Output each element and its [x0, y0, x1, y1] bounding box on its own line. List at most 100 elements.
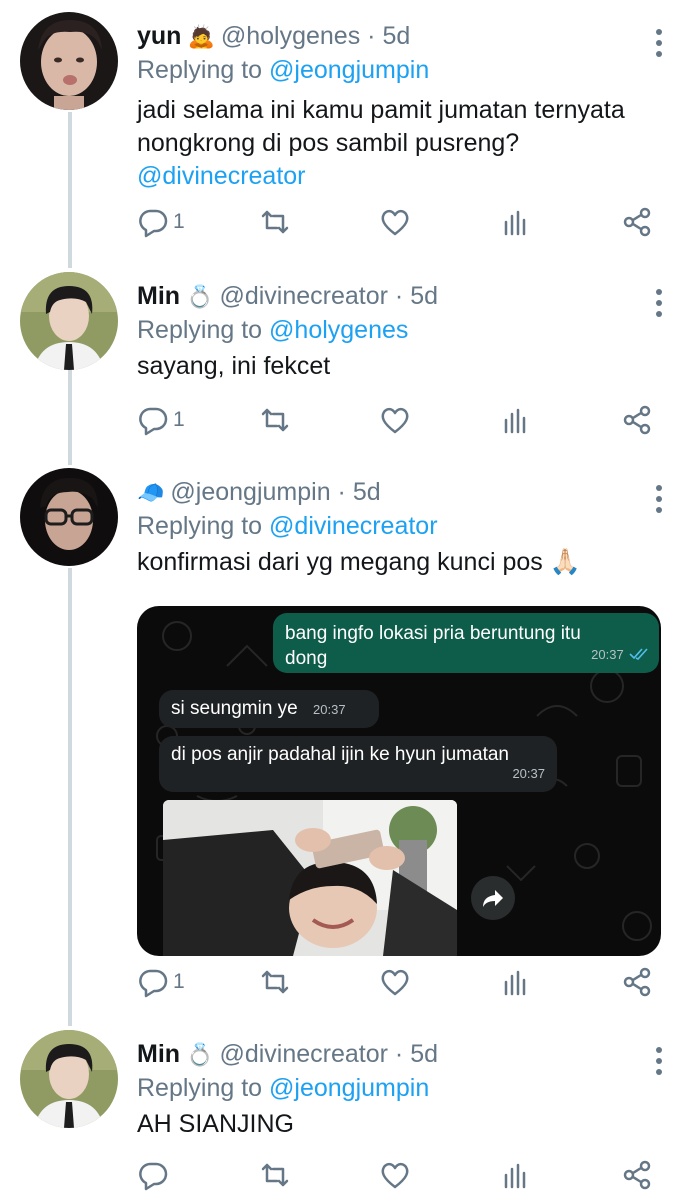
retweet-icon — [261, 408, 289, 432]
display-name[interactable]: Min — [137, 282, 180, 310]
timestamp[interactable]: 5d — [382, 22, 410, 50]
reply-prefix: Replying to — [137, 512, 263, 540]
user-handle[interactable]: @holygenes — [221, 22, 360, 50]
retweet-button[interactable] — [259, 1158, 291, 1192]
reply-context: Replying to @jeongjumpin — [137, 1074, 429, 1103]
timestamp[interactable]: 5d — [410, 282, 438, 310]
share-button[interactable] — [621, 205, 653, 239]
like-button[interactable] — [379, 1158, 411, 1192]
tweet[interactable]: Min 💍 @divinecreator · 5d Replying to @hol… — [0, 272, 700, 452]
tweet[interactable]: Min 💍 @divinecreator · 5d Replying to @jeo… — [0, 1030, 700, 1200]
share-button[interactable] — [621, 403, 653, 437]
reply-to-link[interactable]: @divinecreator — [269, 512, 438, 540]
separator: · — [387, 282, 411, 310]
tweet-text-line: jadi selama ini kamu pamit jumatan terny… — [137, 96, 625, 124]
separator: · — [387, 1040, 411, 1068]
reply-to-link[interactable]: @jeongjumpin — [269, 56, 429, 84]
tweet-text: jadi selama ini kamu pamit jumatan terny… — [137, 94, 625, 193]
timestamp[interactable]: 5d — [410, 1040, 438, 1068]
stats-icon — [504, 1163, 526, 1189]
chat-time: 20:37 — [591, 647, 624, 662]
retweet-button[interactable] — [259, 965, 291, 999]
reply-count: 1 — [173, 970, 185, 993]
like-button[interactable] — [379, 205, 411, 239]
chat-time: 20:37 — [313, 702, 346, 717]
tweet-header: Min 💍 @divinecreator · 5d — [137, 282, 438, 311]
reply-to-link[interactable]: @holygenes — [269, 316, 408, 344]
stats-button[interactable] — [500, 1158, 532, 1192]
reply-icon — [139, 969, 168, 998]
tweet-text: konfirmasi dari yg megang kunci pos 🙏🏻 — [137, 546, 581, 579]
reply-prefix: Replying to — [137, 1074, 263, 1102]
avatar[interactable] — [20, 12, 118, 110]
user-handle[interactable]: @jeongjumpin — [170, 478, 330, 506]
reply-prefix: Replying to — [137, 56, 263, 84]
more-icon[interactable] — [650, 1046, 668, 1076]
forward-button[interactable] — [471, 876, 515, 920]
stats-button[interactable] — [500, 965, 532, 999]
action-bar: 1 — [137, 403, 657, 437]
share-icon — [623, 405, 651, 435]
chat-message-incoming: si seungmin ye 20:37 — [159, 690, 379, 728]
action-bar: 1 — [137, 965, 657, 999]
more-icon[interactable] — [650, 484, 668, 514]
stats-button[interactable] — [500, 403, 532, 437]
media-image[interactable]: bang ingfo lokasi pria beruntung itu don… — [137, 606, 661, 956]
retweet-icon — [261, 1163, 289, 1187]
like-button[interactable] — [379, 403, 411, 437]
like-icon — [381, 969, 409, 996]
more-icon[interactable] — [650, 28, 668, 58]
chat-message-text: bang ingfo lokasi pria beruntung itu don… — [285, 623, 581, 669]
stats-icon — [504, 408, 526, 434]
more-icon[interactable] — [650, 288, 668, 318]
reply-context: Replying to @jeongjumpin — [137, 56, 429, 85]
retweet-button[interactable] — [259, 205, 291, 239]
tweet-header: yun 🙇 @holygenes · 5d — [137, 22, 410, 51]
share-icon — [623, 967, 651, 997]
reply-button[interactable]: 1 — [137, 403, 185, 437]
reply-button[interactable] — [137, 1158, 173, 1192]
profile-emoji: 🧢 — [137, 480, 165, 505]
avatar[interactable] — [20, 1030, 118, 1128]
chat-message-text: si seungmin ye — [171, 698, 298, 719]
reply-count: 1 — [173, 408, 185, 431]
retweet-button[interactable] — [259, 403, 291, 437]
stats-icon — [504, 210, 526, 236]
profile-emoji: 💍 — [186, 284, 214, 309]
avatar[interactable] — [20, 468, 118, 566]
tweet[interactable]: yun 🙇 @holygenes · 5d Replying to @jeongju… — [0, 12, 700, 252]
tweet-header: Min 💍 @divinecreator · 5d — [137, 1040, 438, 1069]
chat-message-text: di pos anjir padahal ijin ke hyun jumata… — [171, 744, 509, 765]
reply-button[interactable]: 1 — [137, 205, 185, 239]
stats-button[interactable] — [500, 205, 532, 239]
praying-hands-emoji: 🙏🏻 — [549, 548, 581, 576]
share-button[interactable] — [621, 965, 653, 999]
reply-icon — [139, 407, 168, 436]
timestamp[interactable]: 5d — [353, 478, 381, 506]
tweet[interactable]: 🧢 @jeongjumpin · 5d Replying to @divinecr… — [0, 468, 700, 1008]
chat-time: 20:37 — [512, 766, 545, 781]
like-button[interactable] — [379, 965, 411, 999]
avatar[interactable] — [20, 272, 118, 370]
tweet-text: sayang, ini fekcet — [137, 352, 331, 380]
display-name[interactable]: yun — [137, 22, 181, 50]
display-name[interactable]: Min — [137, 1040, 180, 1068]
user-handle[interactable]: @divinecreator — [219, 282, 388, 310]
reply-icon — [139, 1162, 168, 1191]
chat-message-outgoing: bang ingfo lokasi pria beruntung itu don… — [273, 613, 659, 673]
forward-icon — [483, 890, 503, 907]
reply-button[interactable]: 1 — [137, 965, 185, 999]
retweet-icon — [261, 970, 289, 994]
chat-photo[interactable] — [163, 800, 457, 956]
action-bar — [137, 1158, 657, 1192]
reply-context: Replying to @holygenes — [137, 316, 408, 345]
separator: · — [330, 478, 353, 506]
user-handle[interactable]: @divinecreator — [219, 1040, 388, 1068]
action-bar: 1 — [137, 205, 657, 239]
reply-to-link[interactable]: @jeongjumpin — [269, 1074, 429, 1102]
mention-link[interactable]: @divinecreator — [137, 160, 625, 193]
tweet-text-line: nongkrong di pos sambil pusreng? — [137, 129, 520, 157]
share-button[interactable] — [621, 1158, 653, 1192]
share-icon — [623, 207, 651, 237]
share-icon — [623, 1160, 651, 1190]
